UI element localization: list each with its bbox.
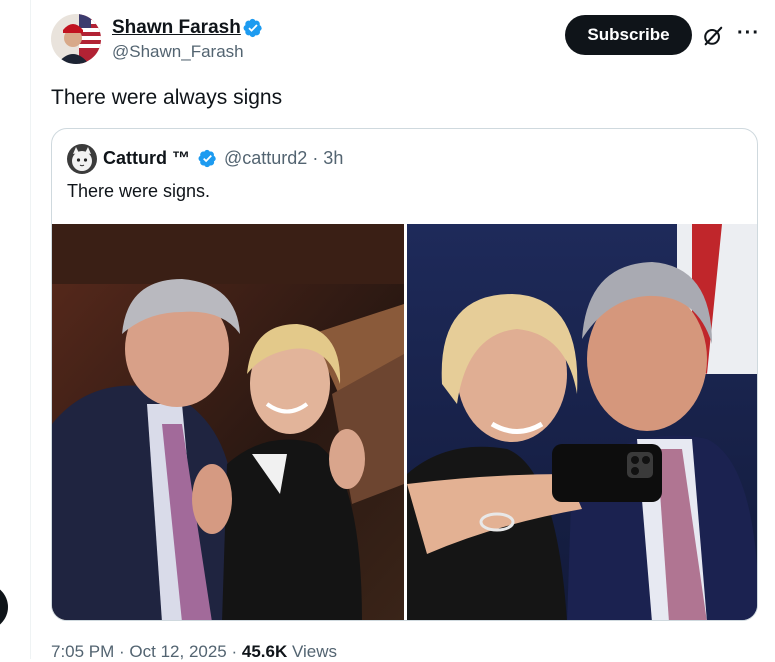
grok-icon[interactable] bbox=[702, 25, 724, 47]
author-avatar[interactable] bbox=[51, 14, 101, 64]
floating-action-button[interactable] bbox=[0, 584, 8, 630]
quote-media-grid[interactable] bbox=[52, 224, 757, 620]
timestamp-text[interactable]: 7:05 PM · Oct 12, 2025 · bbox=[51, 642, 242, 661]
verified-badge-icon bbox=[198, 149, 216, 168]
photo-selfie[interactable] bbox=[407, 224, 757, 620]
photo-embrace[interactable] bbox=[52, 224, 404, 620]
quote-author-avatar[interactable] bbox=[67, 144, 97, 174]
author-handle[interactable]: @Shawn_Farash bbox=[112, 42, 244, 62]
views-label: Views bbox=[287, 642, 338, 661]
quote-author-handle-time[interactable]: @catturd2 · 3h bbox=[224, 148, 343, 169]
timeline-divider bbox=[30, 0, 31, 659]
quoted-tweet-card[interactable]: Catturd ™ @catturd2 · 3h There were sign… bbox=[51, 128, 758, 621]
verified-badge-icon bbox=[243, 18, 262, 38]
author-name[interactable]: Shawn Farash bbox=[112, 17, 241, 39]
quote-author-name[interactable]: Catturd ™ bbox=[103, 148, 190, 169]
more-icon[interactable]: ··· bbox=[737, 23, 759, 46]
views-count: 45.6K bbox=[241, 642, 288, 661]
post-text: There were always signs bbox=[51, 86, 283, 109]
quote-text: There were signs. bbox=[67, 181, 211, 201]
post-timestamp[interactable]: 7:05 PM · Oct 12, 2025 · 45.6K Views bbox=[51, 642, 337, 662]
subscribe-button[interactable]: Subscribe bbox=[565, 15, 692, 55]
